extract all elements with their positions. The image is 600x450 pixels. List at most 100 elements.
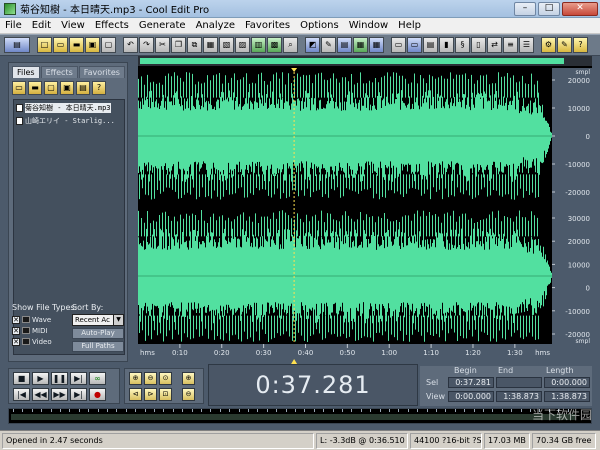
tools-icon[interactable]: ✎ <box>557 37 572 53</box>
minimize-button[interactable]: – <box>514 1 536 16</box>
waveform-display[interactable]: 20000 10000 0 -10000 -20000 smpl 30000 20000 100… <box>138 56 592 364</box>
trim-icon[interactable]: ▥ <box>251 37 266 53</box>
rewind-button[interactable]: ◀◀ <box>32 388 49 401</box>
go-end-button[interactable]: ▶| <box>70 388 87 401</box>
close-doc-icon[interactable]: ▢ <box>44 81 58 95</box>
auto-play-button[interactable]: Auto-Play <box>72 328 124 339</box>
cue-list-icon[interactable]: ☰ <box>519 37 534 53</box>
menu-file[interactable]: File <box>0 20 27 31</box>
sel-end-field[interactable] <box>496 377 542 388</box>
full-paths-button[interactable]: Full Paths <box>72 341 124 352</box>
maximize-button[interactable]: □ <box>538 1 560 16</box>
file-type-wave[interactable]: ✕ Wave <box>12 314 68 325</box>
find-icon[interactable]: ⌕ <box>283 37 298 53</box>
sel-length-field[interactable]: 0:00.000 <box>544 377 590 388</box>
import-icon[interactable]: ▬ <box>28 81 42 95</box>
edit-file-icon[interactable]: ▣ <box>60 81 74 95</box>
view-spectral-icon[interactable]: ▭ <box>407 37 422 53</box>
meter-tick <box>398 409 400 412</box>
view-wave-icon[interactable]: ▭ <box>391 37 406 53</box>
bit-depth-icon[interactable]: ▯ <box>471 37 486 53</box>
pause-button[interactable]: ❚❚ <box>51 372 68 385</box>
menu-analyze[interactable]: Analyze <box>191 20 240 31</box>
menu-edit[interactable]: Edit <box>27 20 56 31</box>
open-append-icon[interactable]: ▬ <box>69 37 84 53</box>
mix-paste-icon[interactable]: ▨ <box>235 37 250 53</box>
spectral-icon[interactable]: ▤ <box>337 37 352 53</box>
close-button[interactable]: ✕ <box>562 1 598 16</box>
file-type-video[interactable]: ✕ Video <box>12 336 68 347</box>
zoom-in-icon[interactable]: ⊕ <box>129 372 142 385</box>
file-help-icon[interactable]: ? <box>92 81 106 95</box>
crop-icon[interactable]: ▩ <box>267 37 282 53</box>
zoom-left-icon[interactable]: ⊲ <box>129 388 142 401</box>
edit-icon[interactable]: ✎ <box>321 37 336 53</box>
copy-icon[interactable]: ❐ <box>171 37 186 53</box>
record-button[interactable]: ● <box>89 388 106 401</box>
list-item[interactable]: 菊谷知樹 - 本日晴天.mp3 <box>14 102 124 113</box>
view-end-field[interactable]: 1:38.873 <box>496 391 542 402</box>
help-icon[interactable]: ? <box>573 37 588 53</box>
insert-icon[interactable]: ▤ <box>76 81 90 95</box>
sel-begin-field[interactable]: 0:37.281 <box>448 377 494 388</box>
checkbox-wave[interactable]: ✕ <box>12 315 20 324</box>
playhead-marker-icon[interactable] <box>291 68 298 72</box>
redo-icon[interactable]: ↷ <box>139 37 154 53</box>
view-multi-icon[interactable]: ▤ <box>423 37 438 53</box>
tab-favorites[interactable]: Favorites <box>78 66 125 78</box>
cut-icon[interactable]: ✂ <box>155 37 170 53</box>
zoom-vertical-out-icon[interactable]: ⊖ <box>182 388 195 401</box>
forward-button[interactable]: ▶▶ <box>51 388 68 401</box>
view-begin-field[interactable]: 0:00.000 <box>448 391 494 402</box>
multitrack-toggle-icon[interactable]: ▤ <box>4 37 30 53</box>
paste-new-icon[interactable]: ▧ <box>219 37 234 53</box>
settings-icon[interactable]: ⚙ <box>541 37 556 53</box>
zoom-out-icon[interactable]: ⊖ <box>144 372 157 385</box>
save-icon[interactable]: ▣ <box>85 37 100 53</box>
zoom-right-icon[interactable]: ⊳ <box>144 388 157 401</box>
menu-options[interactable]: Options <box>295 20 344 31</box>
file-icon <box>16 116 23 125</box>
play-to-end-button[interactable]: ▶| <box>70 372 87 385</box>
play-button[interactable]: ▶ <box>32 372 49 385</box>
new-file-icon[interactable]: □ <box>37 37 52 53</box>
list-item[interactable]: 山崎エリイ - Starlig... <box>14 115 124 126</box>
overview-scrollbar[interactable] <box>138 56 592 66</box>
channels-icon[interactable]: ▦ <box>353 37 368 53</box>
menu-effects[interactable]: Effects <box>90 20 134 31</box>
grid-icon[interactable]: ▦ <box>369 37 384 53</box>
sample-rate-icon[interactable]: § <box>455 37 470 53</box>
open-file-icon[interactable]: ▭ <box>53 37 68 53</box>
menu-favorites[interactable]: Favorites <box>240 20 295 31</box>
menu-generate[interactable]: Generate <box>134 20 191 31</box>
menu-window[interactable]: Window <box>344 20 393 31</box>
conversion-icon[interactable]: ⇄ <box>487 37 502 53</box>
info-icon[interactable]: ≡ <box>503 37 518 53</box>
overview-range[interactable] <box>140 58 564 64</box>
file-type-midi[interactable]: ✕ MIDI <box>12 325 68 336</box>
view-length-field[interactable]: 1:38.873 <box>544 391 590 402</box>
checkbox-midi[interactable]: ✕ <box>12 326 20 335</box>
waveform-svg[interactable]: 20000 10000 0 -10000 -20000 smpl 30000 20000 100… <box>138 68 592 364</box>
copy-new-icon[interactable]: ⧉ <box>187 37 202 53</box>
tab-effects[interactable]: Effects <box>40 66 78 78</box>
loop-button[interactable]: ∞ <box>89 372 106 385</box>
envelope-icon[interactable]: ◩ <box>305 37 320 53</box>
go-start-button[interactable]: |◀ <box>13 388 30 401</box>
menu-view[interactable]: View <box>56 20 90 31</box>
open-folder-icon[interactable]: ▭ <box>12 81 26 95</box>
zoom-vertical-in-icon[interactable]: ⊕ <box>182 372 195 385</box>
paste-icon[interactable]: ▦ <box>203 37 218 53</box>
level-meter-icon[interactable]: ▮ <box>439 37 454 53</box>
undo-icon[interactable]: ↶ <box>123 37 138 53</box>
close-file-icon[interactable]: ▢ <box>101 37 116 53</box>
zoom-full-icon[interactable]: ⊙ <box>159 372 172 385</box>
chevron-down-icon[interactable]: ▼ <box>113 315 123 325</box>
tab-files[interactable]: Files <box>12 66 40 78</box>
zoom-selection-icon[interactable]: ⊡ <box>159 388 172 401</box>
checkbox-video[interactable]: ✕ <box>12 337 20 346</box>
ruler-label: 20000 <box>568 77 590 85</box>
menu-help[interactable]: Help <box>393 20 426 31</box>
stop-button[interactable]: ■ <box>13 372 30 385</box>
sort-select[interactable]: Recent Ac ▼ <box>72 314 124 326</box>
